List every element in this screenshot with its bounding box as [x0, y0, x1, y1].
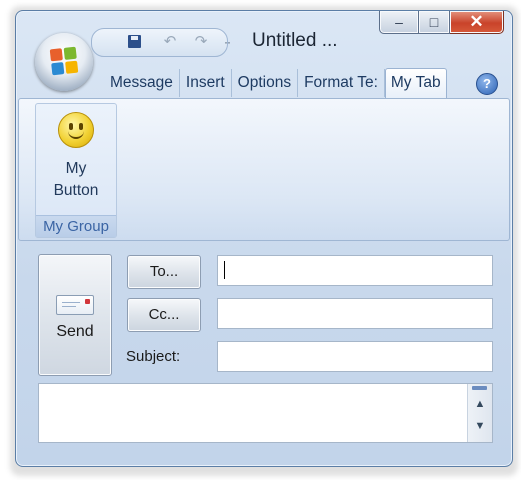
- group-label: My Group: [36, 215, 116, 237]
- maximize-icon: □: [429, 14, 439, 30]
- text-caret: [224, 261, 225, 279]
- tab-message[interactable]: Message: [104, 69, 180, 97]
- caption-buttons: – □ ✕: [379, 11, 504, 35]
- send-button[interactable]: Send: [38, 254, 112, 376]
- body-scrollbar[interactable]: ▲ ▼: [467, 384, 492, 442]
- undo-icon[interactable]: ↶: [160, 33, 180, 51]
- my-button-label: My Button: [53, 160, 99, 199]
- office-button[interactable]: [35, 33, 93, 91]
- scrollbar-thumb[interactable]: [472, 386, 487, 390]
- ribbon-panel: My Button My Group: [18, 98, 510, 241]
- send-label: Send: [56, 323, 94, 340]
- ribbon-group-my-group: My Button My Group: [35, 103, 117, 238]
- redo-icon[interactable]: ↷: [191, 33, 211, 51]
- minimize-icon: –: [395, 14, 403, 30]
- to-button[interactable]: To...: [127, 255, 201, 289]
- ribbon-tabs: Message Insert Options Format Te: My Tab: [104, 68, 447, 99]
- smiley-icon: [58, 112, 94, 148]
- to-field[interactable]: [217, 255, 493, 286]
- quick-access-toolbar: ↶ ↷: [91, 28, 228, 57]
- subject-label: Subject:: [126, 348, 181, 365]
- window-title: Untitled ...: [252, 30, 338, 51]
- customize-toolbar-icon[interactable]: ··: [224, 35, 231, 49]
- message-body[interactable]: ▲ ▼: [38, 383, 493, 443]
- office-logo-icon: [49, 46, 79, 76]
- close-icon: ✕: [469, 12, 484, 31]
- help-icon[interactable]: ?: [476, 73, 498, 95]
- close-button[interactable]: ✕: [450, 11, 504, 34]
- my-button[interactable]: My Button: [42, 112, 110, 210]
- tab-my-tab[interactable]: My Tab: [384, 68, 447, 99]
- scroll-down-icon[interactable]: ▼: [468, 420, 492, 432]
- save-icon[interactable]: [125, 33, 145, 51]
- cc-field[interactable]: [217, 298, 493, 329]
- maximize-button[interactable]: □: [419, 11, 450, 34]
- envelope-icon: [56, 295, 94, 315]
- tab-format-text[interactable]: Format Te:: [298, 69, 385, 97]
- compose-window: ↶ ↷ ·· Untitled ... – □ ✕ Message Insert: [15, 10, 513, 467]
- cc-button[interactable]: Cc...: [127, 298, 201, 332]
- minimize-button[interactable]: –: [379, 11, 419, 34]
- scroll-up-icon[interactable]: ▲: [468, 398, 492, 410]
- compose-area: Send To... Cc... Subject: ▲ ▼: [18, 242, 508, 464]
- tab-insert[interactable]: Insert: [180, 69, 232, 97]
- subject-field[interactable]: [217, 341, 493, 372]
- tab-options[interactable]: Options: [232, 69, 299, 97]
